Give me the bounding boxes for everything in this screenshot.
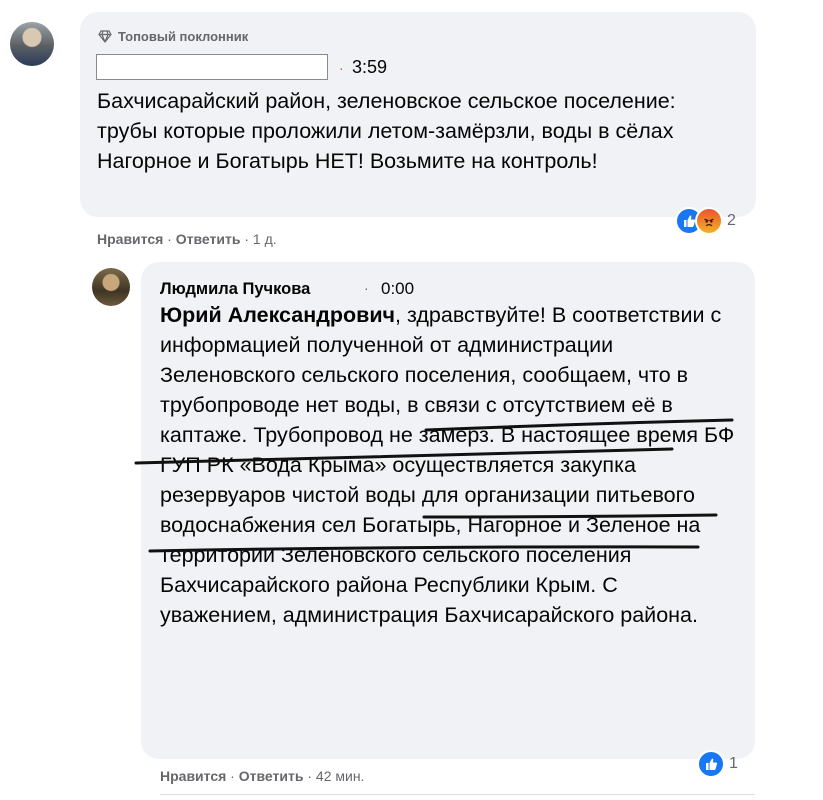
separator-dot: · (339, 60, 344, 76)
diamond-icon (98, 29, 112, 43)
badge-label: Топовый поклонник (118, 28, 249, 44)
redacted-author-name (96, 54, 328, 80)
reply-link[interactable]: Ответить (239, 768, 304, 784)
reaction-count: 2 (727, 212, 736, 229)
action-separator: · (226, 768, 239, 784)
comment-time[interactable]: 3:59 (352, 57, 387, 78)
reply-body: , здравствуйте! В соответствии с информа… (160, 303, 735, 627)
action-separator: · (240, 231, 253, 247)
reply-text: Юрий Александрович, здравствуйте! В соот… (160, 300, 740, 630)
reply-author-name[interactable]: Людмила Пучкова (160, 280, 310, 299)
reply-actions: Нравится · Ответить · 42 мин. (160, 768, 364, 784)
comment-age[interactable]: 1 д. (253, 231, 277, 247)
action-separator: · (163, 231, 176, 247)
reactions-summary[interactable]: 1 (697, 750, 738, 778)
like-link[interactable]: Нравится (97, 231, 163, 247)
reply-time[interactable]: 0:00 (381, 279, 414, 299)
reaction-count: 1 (729, 755, 738, 772)
addressee-name: Юрий Александрович (160, 303, 396, 327)
separator-dot: · (364, 280, 369, 296)
reply-author-avatar[interactable] (92, 268, 130, 306)
divider (160, 794, 755, 795)
reply-link[interactable]: Ответить (176, 231, 241, 247)
commenter-avatar[interactable] (10, 22, 54, 66)
angry-reaction-icon (695, 207, 723, 235)
comment-text: Бахчисарайский район, зеленовское сельск… (97, 89, 676, 173)
reactions-summary[interactable]: 2 (675, 207, 736, 235)
top-fan-badge: Топовый поклонник (98, 28, 248, 44)
like-link[interactable]: Нравится (160, 768, 226, 784)
like-reaction-icon (697, 750, 725, 778)
comment-actions: Нравится · Ответить · 1 д. (97, 231, 277, 247)
action-separator: · (303, 768, 316, 784)
reply-age[interactable]: 42 мин. (316, 768, 365, 784)
